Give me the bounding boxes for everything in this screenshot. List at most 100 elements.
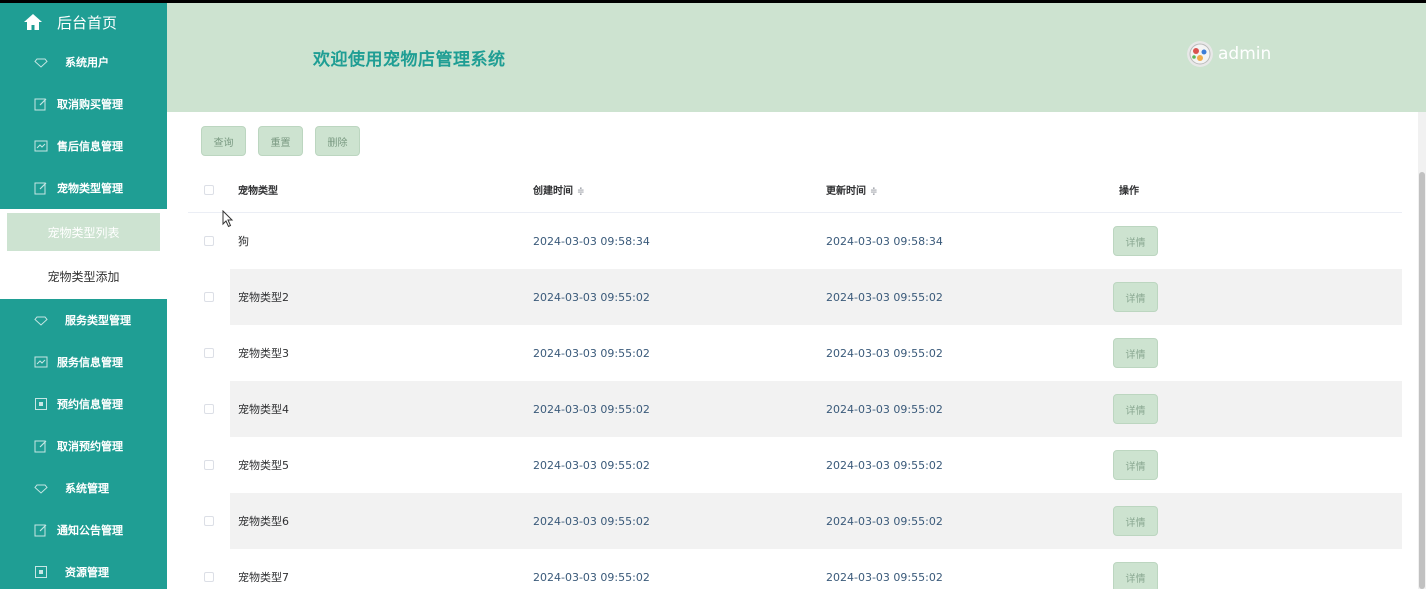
row-checkbox[interactable] bbox=[204, 404, 214, 414]
edit-icon bbox=[34, 440, 47, 453]
edit-icon bbox=[34, 524, 47, 537]
row-checkbox-cell bbox=[188, 437, 230, 493]
table-row: 宠物类型3 2024-03-03 09:55:02 2024-03-03 09:… bbox=[188, 325, 1402, 381]
sidebar-subitem-pet-type-add[interactable]: 宠物类型添加 bbox=[7, 257, 160, 295]
detail-button[interactable]: 详情 bbox=[1113, 226, 1158, 256]
sidebar-item-label: 系统管理 bbox=[65, 482, 109, 495]
cell-type: 狗 bbox=[238, 235, 249, 248]
chart-icon bbox=[34, 356, 48, 368]
row-checkbox[interactable] bbox=[204, 572, 214, 582]
row-checkbox[interactable] bbox=[204, 292, 214, 302]
query-button[interactable]: 查询 bbox=[201, 126, 246, 156]
cell-created: 2024-03-03 09:55:02 bbox=[533, 570, 650, 584]
cell-updated: 2024-03-03 09:55:02 bbox=[826, 514, 943, 528]
cell-updated: 2024-03-03 09:55:02 bbox=[826, 290, 943, 304]
cell-op: 详情 bbox=[1111, 282, 1402, 312]
calendar-icon bbox=[35, 566, 47, 578]
sidebar-item-label: 通知公告管理 bbox=[57, 524, 123, 537]
sidebar-item-resources[interactable]: 资源管理 bbox=[0, 551, 167, 589]
detail-button[interactable]: 详情 bbox=[1113, 450, 1158, 480]
sidebar-item-label: 预约信息管理 bbox=[57, 398, 123, 411]
sidebar-item-label: 取消购买管理 bbox=[57, 98, 123, 111]
sidebar-item-label: 取消预约管理 bbox=[57, 440, 123, 453]
cell-op: 详情 bbox=[1111, 450, 1402, 480]
select-all-checkbox[interactable] bbox=[204, 184, 214, 195]
table-row: 宠物类型7 2024-03-03 09:55:02 2024-03-03 09:… bbox=[188, 549, 1402, 589]
calendar-icon bbox=[35, 398, 47, 410]
detail-button[interactable]: 详情 bbox=[1113, 562, 1158, 589]
diamond-icon bbox=[34, 484, 48, 494]
column-header-created[interactable]: 创建时间 ≑ bbox=[525, 182, 818, 197]
sort-icon[interactable]: ≑ bbox=[870, 187, 878, 197]
sidebar-item-after-sales[interactable]: 售后信息管理 bbox=[0, 125, 167, 167]
toolbar: 查询 重置 删除 bbox=[201, 126, 360, 156]
table-row: 宠物类型2 2024-03-03 09:55:02 2024-03-03 09:… bbox=[188, 269, 1402, 325]
sidebar-item-service-type[interactable]: 服务类型管理 bbox=[0, 299, 167, 341]
user-menu[interactable]: admin bbox=[1187, 41, 1271, 67]
row-checkbox-cell bbox=[188, 325, 230, 381]
sidebar-item-system-users[interactable]: 系统用户 bbox=[0, 41, 167, 83]
sidebar-home-label: 后台首页 bbox=[57, 13, 118, 32]
sidebar-item-notice[interactable]: 通知公告管理 bbox=[0, 509, 167, 551]
table-header: 宠物类型 创建时间 ≑ 更新时间 ≑ 操作 bbox=[188, 167, 1402, 213]
table-row: 狗 2024-03-03 09:58:34 2024-03-03 09:58:3… bbox=[188, 213, 1402, 269]
data-table: 宠物类型 创建时间 ≑ 更新时间 ≑ 操作 狗 2024-03-03 09:58:3… bbox=[188, 167, 1402, 589]
sidebar-item-cancel-purchase[interactable]: 取消购买管理 bbox=[0, 83, 167, 125]
detail-button[interactable]: 详情 bbox=[1113, 506, 1158, 536]
column-header-type: 宠物类型 bbox=[238, 186, 278, 197]
reset-button[interactable]: 重置 bbox=[258, 126, 303, 156]
page-title: 欢迎使用宠物店管理系统 bbox=[313, 50, 506, 70]
cell-type: 宠物类型5 bbox=[238, 459, 289, 472]
edit-icon bbox=[34, 98, 47, 111]
cell-type: 宠物类型7 bbox=[238, 571, 289, 584]
sidebar-item-label: 资源管理 bbox=[65, 566, 109, 579]
cell-updated: 2024-03-03 09:55:02 bbox=[826, 346, 943, 360]
sidebar-item-pet-type[interactable]: 宠物类型管理 bbox=[0, 167, 167, 209]
table-row: 宠物类型5 2024-03-03 09:55:02 2024-03-03 09:… bbox=[188, 437, 1402, 493]
cell-created: 2024-03-03 09:55:02 bbox=[533, 402, 650, 416]
cell-updated: 2024-03-03 09:55:02 bbox=[826, 402, 943, 416]
cell-op: 详情 bbox=[1111, 506, 1402, 536]
sidebar-item-service-info[interactable]: 服务信息管理 bbox=[0, 341, 167, 383]
chart-icon bbox=[34, 140, 48, 152]
row-checkbox[interactable] bbox=[204, 236, 214, 246]
column-header-updated[interactable]: 更新时间 ≑ bbox=[818, 182, 1111, 197]
cell-created: 2024-03-03 09:55:02 bbox=[533, 346, 650, 360]
top-header: 欢迎使用宠物店管理系统 admin bbox=[167, 3, 1426, 112]
sidebar-item-label: 系统用户 bbox=[65, 56, 109, 69]
cell-created: 2024-03-03 09:55:02 bbox=[533, 290, 650, 304]
sidebar-item-label: 服务信息管理 bbox=[57, 356, 123, 369]
detail-button[interactable]: 详情 bbox=[1113, 338, 1158, 368]
cell-type: 宠物类型4 bbox=[238, 403, 289, 416]
column-header-label: 创建时间 bbox=[533, 186, 573, 197]
cell-type: 宠物类型3 bbox=[238, 347, 289, 360]
cell-created: 2024-03-03 09:58:34 bbox=[533, 234, 650, 248]
diamond-icon bbox=[34, 316, 48, 326]
detail-button[interactable]: 详情 bbox=[1113, 282, 1158, 312]
row-checkbox[interactable] bbox=[204, 460, 214, 470]
sidebar-item-label: 服务类型管理 bbox=[65, 314, 131, 327]
scrollbar-thumb[interactable] bbox=[1419, 172, 1425, 589]
home-icon bbox=[24, 14, 42, 30]
cell-op: 详情 bbox=[1111, 226, 1402, 256]
column-header-label: 更新时间 bbox=[826, 186, 866, 197]
main-content: 查询 重置 删除 宠物类型 创建时间 ≑ 更新时间 ≑ 操作 狗 2024-03… bbox=[167, 112, 1426, 589]
sidebar-item-label: 售后信息管理 bbox=[57, 140, 123, 153]
row-checkbox[interactable] bbox=[204, 516, 214, 526]
row-checkbox-cell bbox=[188, 269, 230, 325]
sidebar-item-cancel-appointment[interactable]: 取消预约管理 bbox=[0, 425, 167, 467]
sidebar-item-system-admin[interactable]: 系统管理 bbox=[0, 467, 167, 509]
cell-updated: 2024-03-03 09:55:02 bbox=[826, 458, 943, 472]
sidebar-item-appointment[interactable]: 预约信息管理 bbox=[0, 383, 167, 425]
vertical-scrollbar[interactable] bbox=[1418, 112, 1426, 589]
mouse-cursor-icon bbox=[222, 210, 234, 228]
row-checkbox[interactable] bbox=[204, 348, 214, 358]
avatar bbox=[1187, 41, 1213, 67]
sort-icon[interactable]: ≑ bbox=[577, 187, 585, 197]
sidebar-subitem-pet-type-list[interactable]: 宠物类型列表 bbox=[7, 213, 160, 251]
detail-button[interactable]: 详情 bbox=[1113, 394, 1158, 424]
sidebar-home[interactable]: 后台首页 bbox=[0, 3, 167, 41]
cell-type: 宠物类型6 bbox=[238, 515, 289, 528]
app-window: 后台首页 系统用户 取消购买管理 售后信息管理 宠物类型管理 宠物类型列表 宠物… bbox=[0, 3, 1426, 589]
delete-button[interactable]: 删除 bbox=[315, 126, 360, 156]
